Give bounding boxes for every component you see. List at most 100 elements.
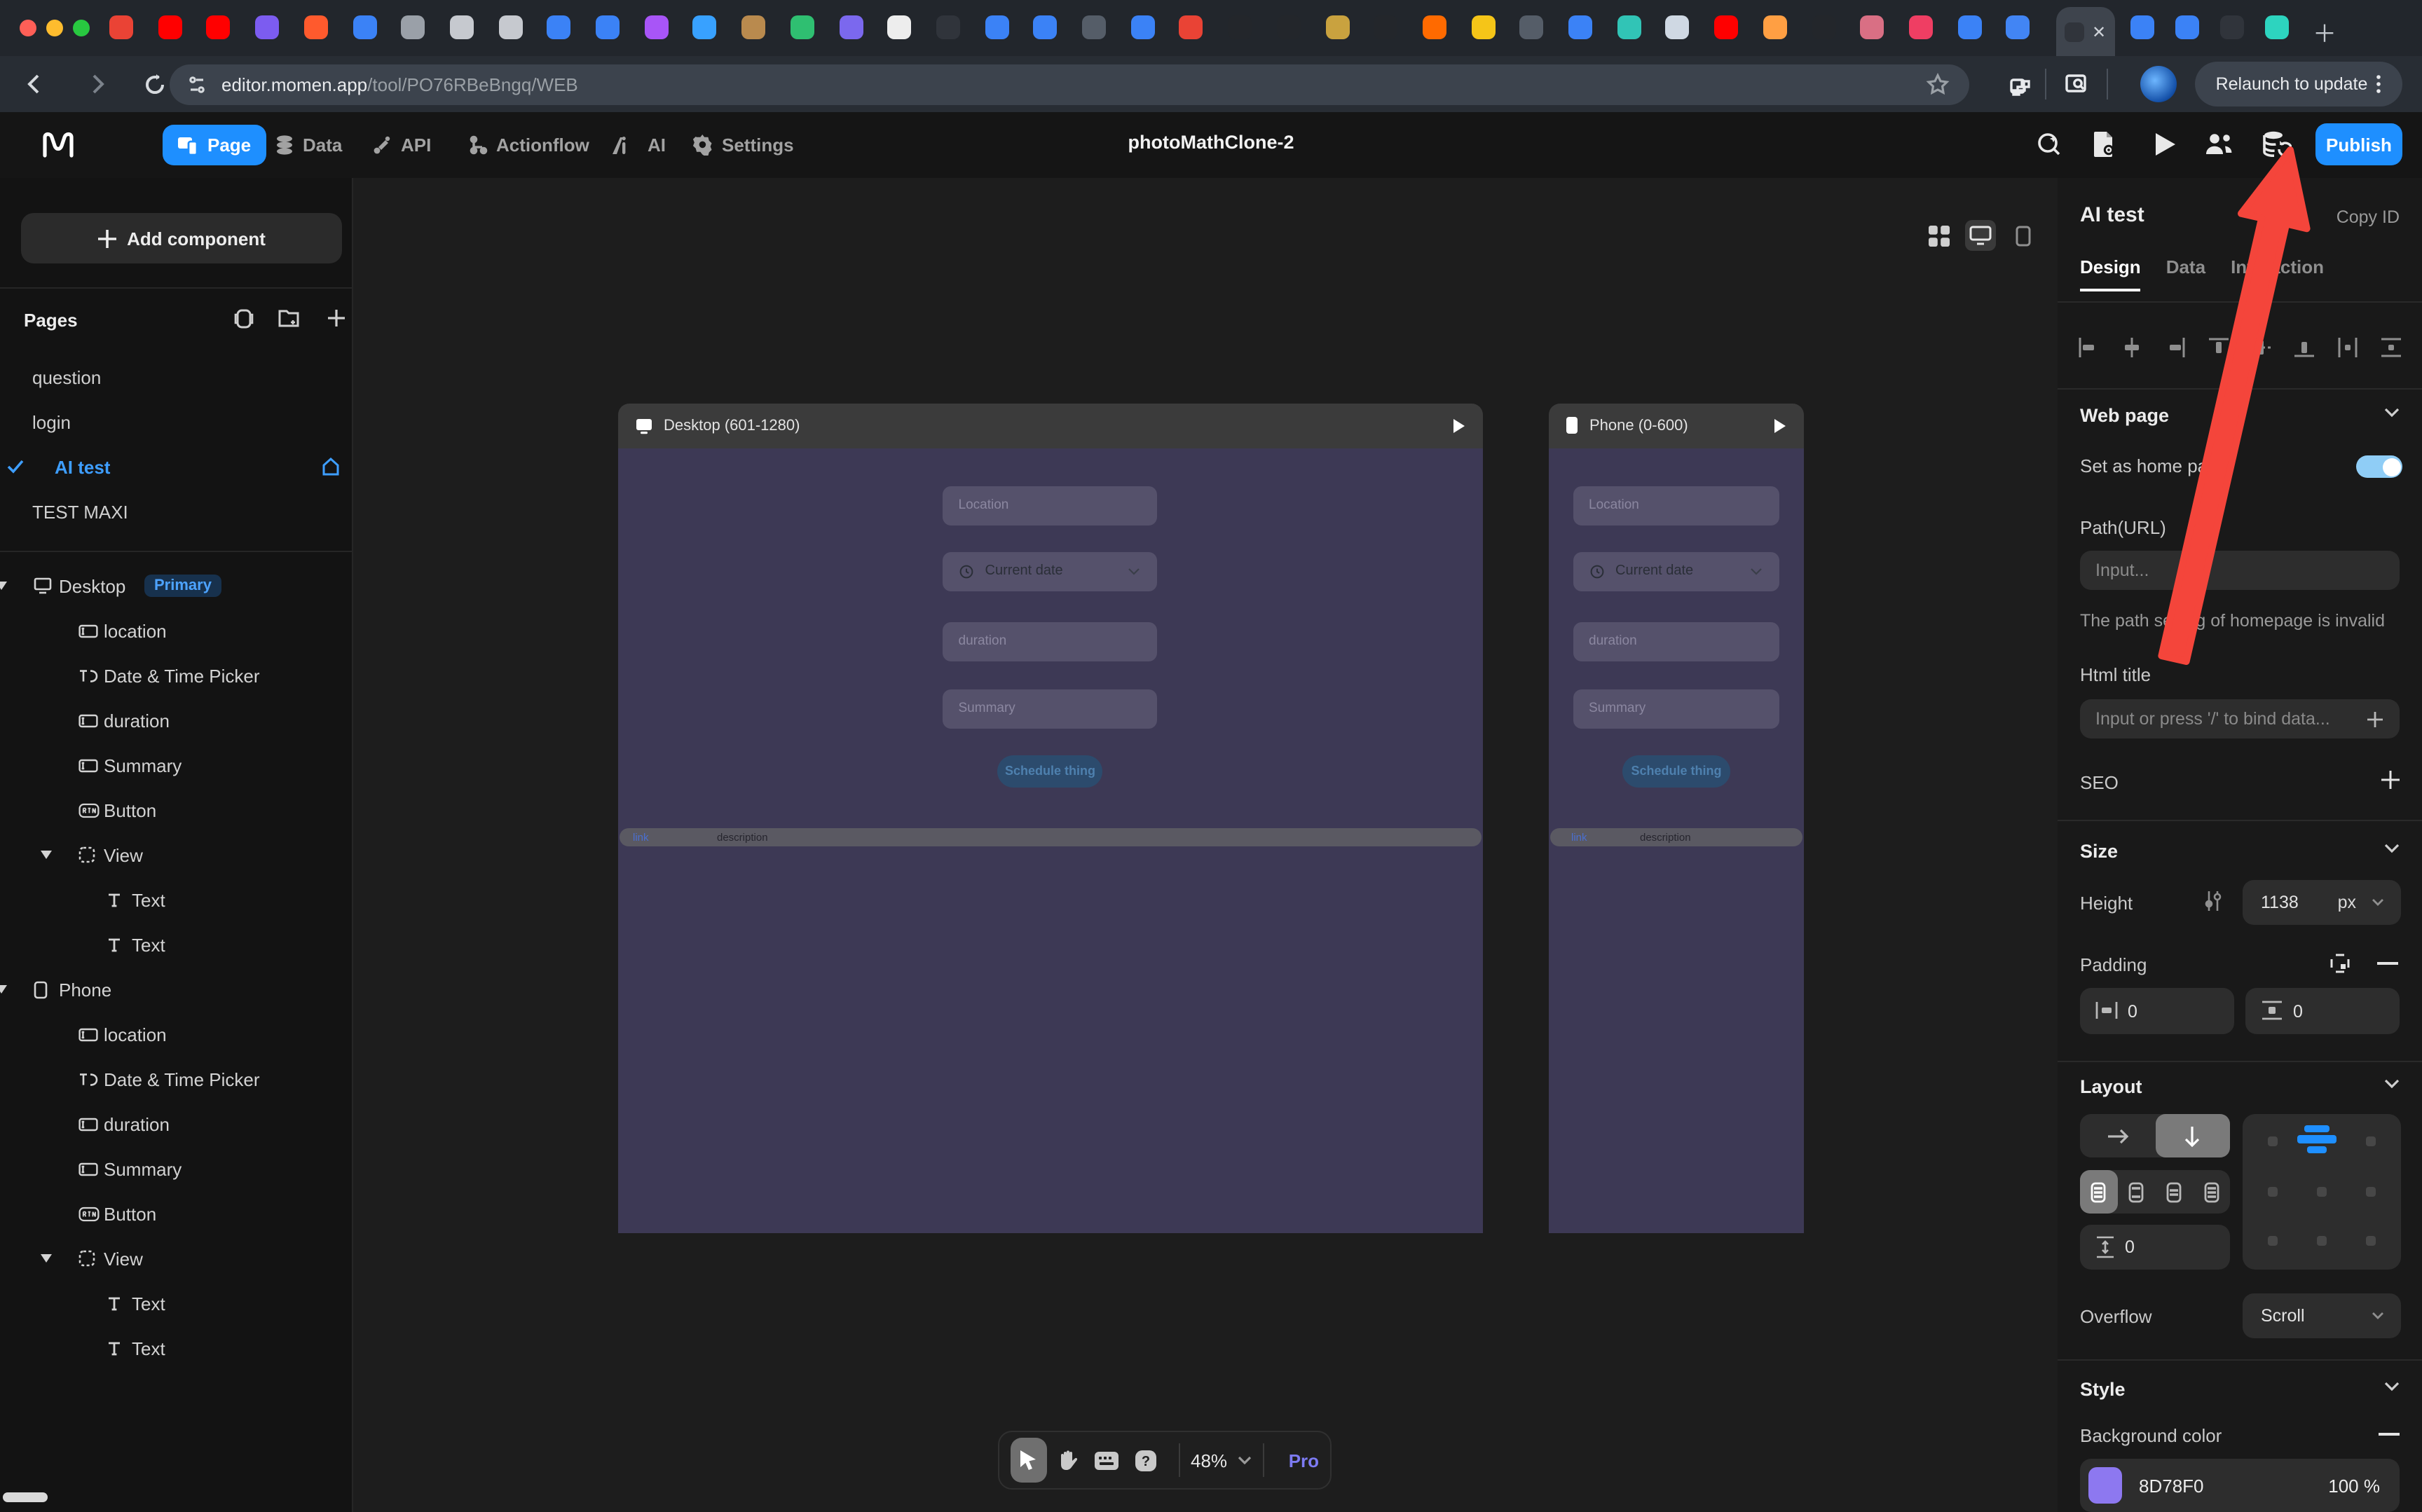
relaunch-button[interactable]: Relaunch to update bbox=[2195, 62, 2402, 106]
file-settings-icon[interactable] bbox=[2091, 130, 2118, 158]
bookmark-star-icon[interactable] bbox=[1926, 73, 1950, 97]
tab-interaction[interactable]: Interaction bbox=[2231, 256, 2324, 291]
zoom-level-dropdown[interactable]: 48% bbox=[1191, 1450, 1251, 1471]
keyboard-shortcuts-icon[interactable] bbox=[1089, 1438, 1126, 1483]
browser-menu-icon[interactable] bbox=[2376, 74, 2381, 94]
seo-add-icon[interactable] bbox=[2381, 771, 2400, 789]
tab-favicon[interactable] bbox=[498, 15, 522, 39]
tab-favicon[interactable] bbox=[1179, 15, 1203, 39]
tree-item-desktop[interactable]: DesktopPrimary bbox=[0, 563, 353, 608]
phone-page-body[interactable]: LocationCurrent datedurationSummarySched… bbox=[1549, 448, 1804, 1233]
distribution-option-4[interactable] bbox=[2193, 1170, 2231, 1214]
height-input[interactable]: 1138 px bbox=[2243, 880, 2401, 925]
tree-item-phone[interactable]: Phone bbox=[0, 967, 353, 1012]
link-description-row[interactable]: linkdescription bbox=[1550, 827, 1802, 846]
chevron-down-icon[interactable] bbox=[2384, 1382, 2400, 1391]
tab-favicon[interactable] bbox=[2175, 15, 2199, 39]
tab-favicon[interactable] bbox=[1325, 15, 1349, 39]
back-icon[interactable] bbox=[22, 71, 48, 97]
chevron-down-icon[interactable] bbox=[2384, 408, 2400, 418]
align-position-selected[interactable] bbox=[2296, 1122, 2338, 1156]
gap-input[interactable]: 0 bbox=[2080, 1225, 2230, 1270]
tab-favicon[interactable] bbox=[1034, 15, 1058, 39]
select-tool-icon[interactable] bbox=[1011, 1438, 1047, 1483]
tab-favicon[interactable] bbox=[1374, 15, 1397, 39]
tab-favicon[interactable] bbox=[887, 15, 911, 39]
tab-favicon[interactable] bbox=[207, 15, 231, 39]
phone-view-icon[interactable] bbox=[2007, 220, 2038, 251]
data-refresh-icon[interactable] bbox=[2261, 130, 2292, 158]
desktop-frame[interactable]: Desktop (601-1280) LocationCurrent dated… bbox=[617, 403, 1483, 1233]
copy-id-button[interactable]: Copy ID bbox=[2337, 207, 2400, 227]
sidebar-scrollbar[interactable] bbox=[3, 1492, 48, 1502]
tree-item-duration[interactable]: duration bbox=[0, 698, 353, 743]
site-info-icon[interactable] bbox=[186, 74, 207, 95]
padding-vertical-input[interactable]: 0 bbox=[2245, 988, 2400, 1034]
tab-favicon[interactable] bbox=[1812, 15, 1835, 39]
desktop-view-icon[interactable] bbox=[1965, 220, 1996, 251]
link-description-row[interactable]: linkdescription bbox=[619, 827, 1482, 846]
tree-item-duration[interactable]: duration bbox=[0, 1101, 353, 1146]
new-tab-button[interactable]: ＋ bbox=[2313, 14, 2337, 49]
set-home-toggle[interactable] bbox=[2356, 455, 2402, 478]
tree-item-button[interactable]: Button bbox=[0, 788, 353, 832]
tab-favicon[interactable] bbox=[2265, 15, 2289, 39]
tab-favicon[interactable] bbox=[1617, 15, 1641, 39]
chevron-down-icon[interactable] bbox=[2384, 1079, 2400, 1089]
distribute-h-icon[interactable] bbox=[2337, 336, 2359, 359]
form-field-current-date[interactable]: Current date bbox=[943, 551, 1158, 591]
tab-favicon[interactable] bbox=[109, 15, 133, 39]
bind-data-plus-icon[interactable] bbox=[2367, 711, 2383, 727]
caret-down-icon[interactable] bbox=[0, 985, 7, 994]
form-field-summary[interactable]: Summary bbox=[943, 689, 1158, 729]
zoom-window-button[interactable] bbox=[73, 20, 90, 36]
canvas[interactable]: Desktop (601-1280) LocationCurrent dated… bbox=[353, 178, 2058, 1512]
direction-column-icon[interactable] bbox=[2155, 1114, 2230, 1157]
tab-favicon[interactable] bbox=[1763, 15, 1787, 39]
tab-favicon[interactable] bbox=[2220, 15, 2244, 39]
preview-play-icon[interactable] bbox=[2153, 130, 2178, 158]
tab-favicon[interactable] bbox=[1082, 15, 1106, 39]
tab-favicon[interactable] bbox=[353, 15, 376, 39]
tab-favicon[interactable] bbox=[2130, 15, 2154, 39]
overflow-dropdown[interactable]: Scroll bbox=[2243, 1293, 2401, 1338]
tab-favicon[interactable] bbox=[1277, 15, 1301, 39]
padding-individual-icon[interactable] bbox=[2329, 953, 2351, 974]
tab-design[interactable]: Design bbox=[2080, 256, 2141, 291]
tab-favicon[interactable] bbox=[450, 15, 474, 39]
remove-background-icon[interactable] bbox=[2379, 1432, 2400, 1436]
grid-view-icon[interactable] bbox=[1923, 220, 1954, 251]
tab-favicon[interactable] bbox=[985, 15, 1008, 39]
phone-frame[interactable]: Phone (0-600) LocationCurrent datedurati… bbox=[1549, 403, 1804, 1233]
tab-favicon[interactable] bbox=[693, 15, 717, 39]
help-icon[interactable]: ? bbox=[1128, 1438, 1165, 1483]
active-browser-tab[interactable]: ✕ bbox=[2056, 7, 2115, 56]
tab-favicon[interactable] bbox=[644, 15, 668, 39]
desktop-frame-header[interactable]: Desktop (601-1280) bbox=[617, 403, 1483, 448]
tree-item-location[interactable]: location bbox=[0, 608, 353, 653]
distribution-option-1[interactable] bbox=[2080, 1170, 2118, 1214]
html-title-input[interactable]: Input or press '/' to bind data... bbox=[2080, 699, 2400, 738]
reload-icon[interactable] bbox=[143, 72, 167, 96]
page-item-test-maxi[interactable]: TEST MAXI bbox=[0, 489, 353, 534]
tree-item-text[interactable]: Text bbox=[0, 877, 353, 922]
tab-favicon[interactable] bbox=[791, 15, 814, 39]
tab-favicon[interactable] bbox=[2006, 15, 2030, 39]
align-position-dot[interactable] bbox=[2366, 1187, 2376, 1197]
component-icon[interactable] bbox=[234, 308, 254, 329]
alignment-grid[interactable] bbox=[2243, 1114, 2401, 1270]
tab-favicon[interactable] bbox=[255, 15, 279, 39]
form-field-current-date[interactable]: Current date bbox=[1573, 551, 1779, 591]
minimize-window-button[interactable] bbox=[46, 20, 63, 36]
align-position-dot[interactable] bbox=[2317, 1236, 2327, 1246]
tree-item-text[interactable]: Text bbox=[0, 922, 353, 967]
form-field-duration[interactable]: duration bbox=[1573, 621, 1779, 661]
collaborators-icon[interactable] bbox=[2203, 130, 2234, 157]
form-field-summary[interactable]: Summary bbox=[1573, 689, 1779, 729]
page-item-ai-test[interactable]: AI test bbox=[0, 444, 353, 489]
tab-favicon[interactable] bbox=[547, 15, 571, 39]
path-input[interactable]: Input... bbox=[2080, 551, 2400, 590]
phone-frame-header[interactable]: Phone (0-600) bbox=[1549, 403, 1804, 448]
tree-item-summary[interactable]: Summary bbox=[0, 743, 353, 788]
tree-item-location[interactable]: location bbox=[0, 1012, 353, 1057]
